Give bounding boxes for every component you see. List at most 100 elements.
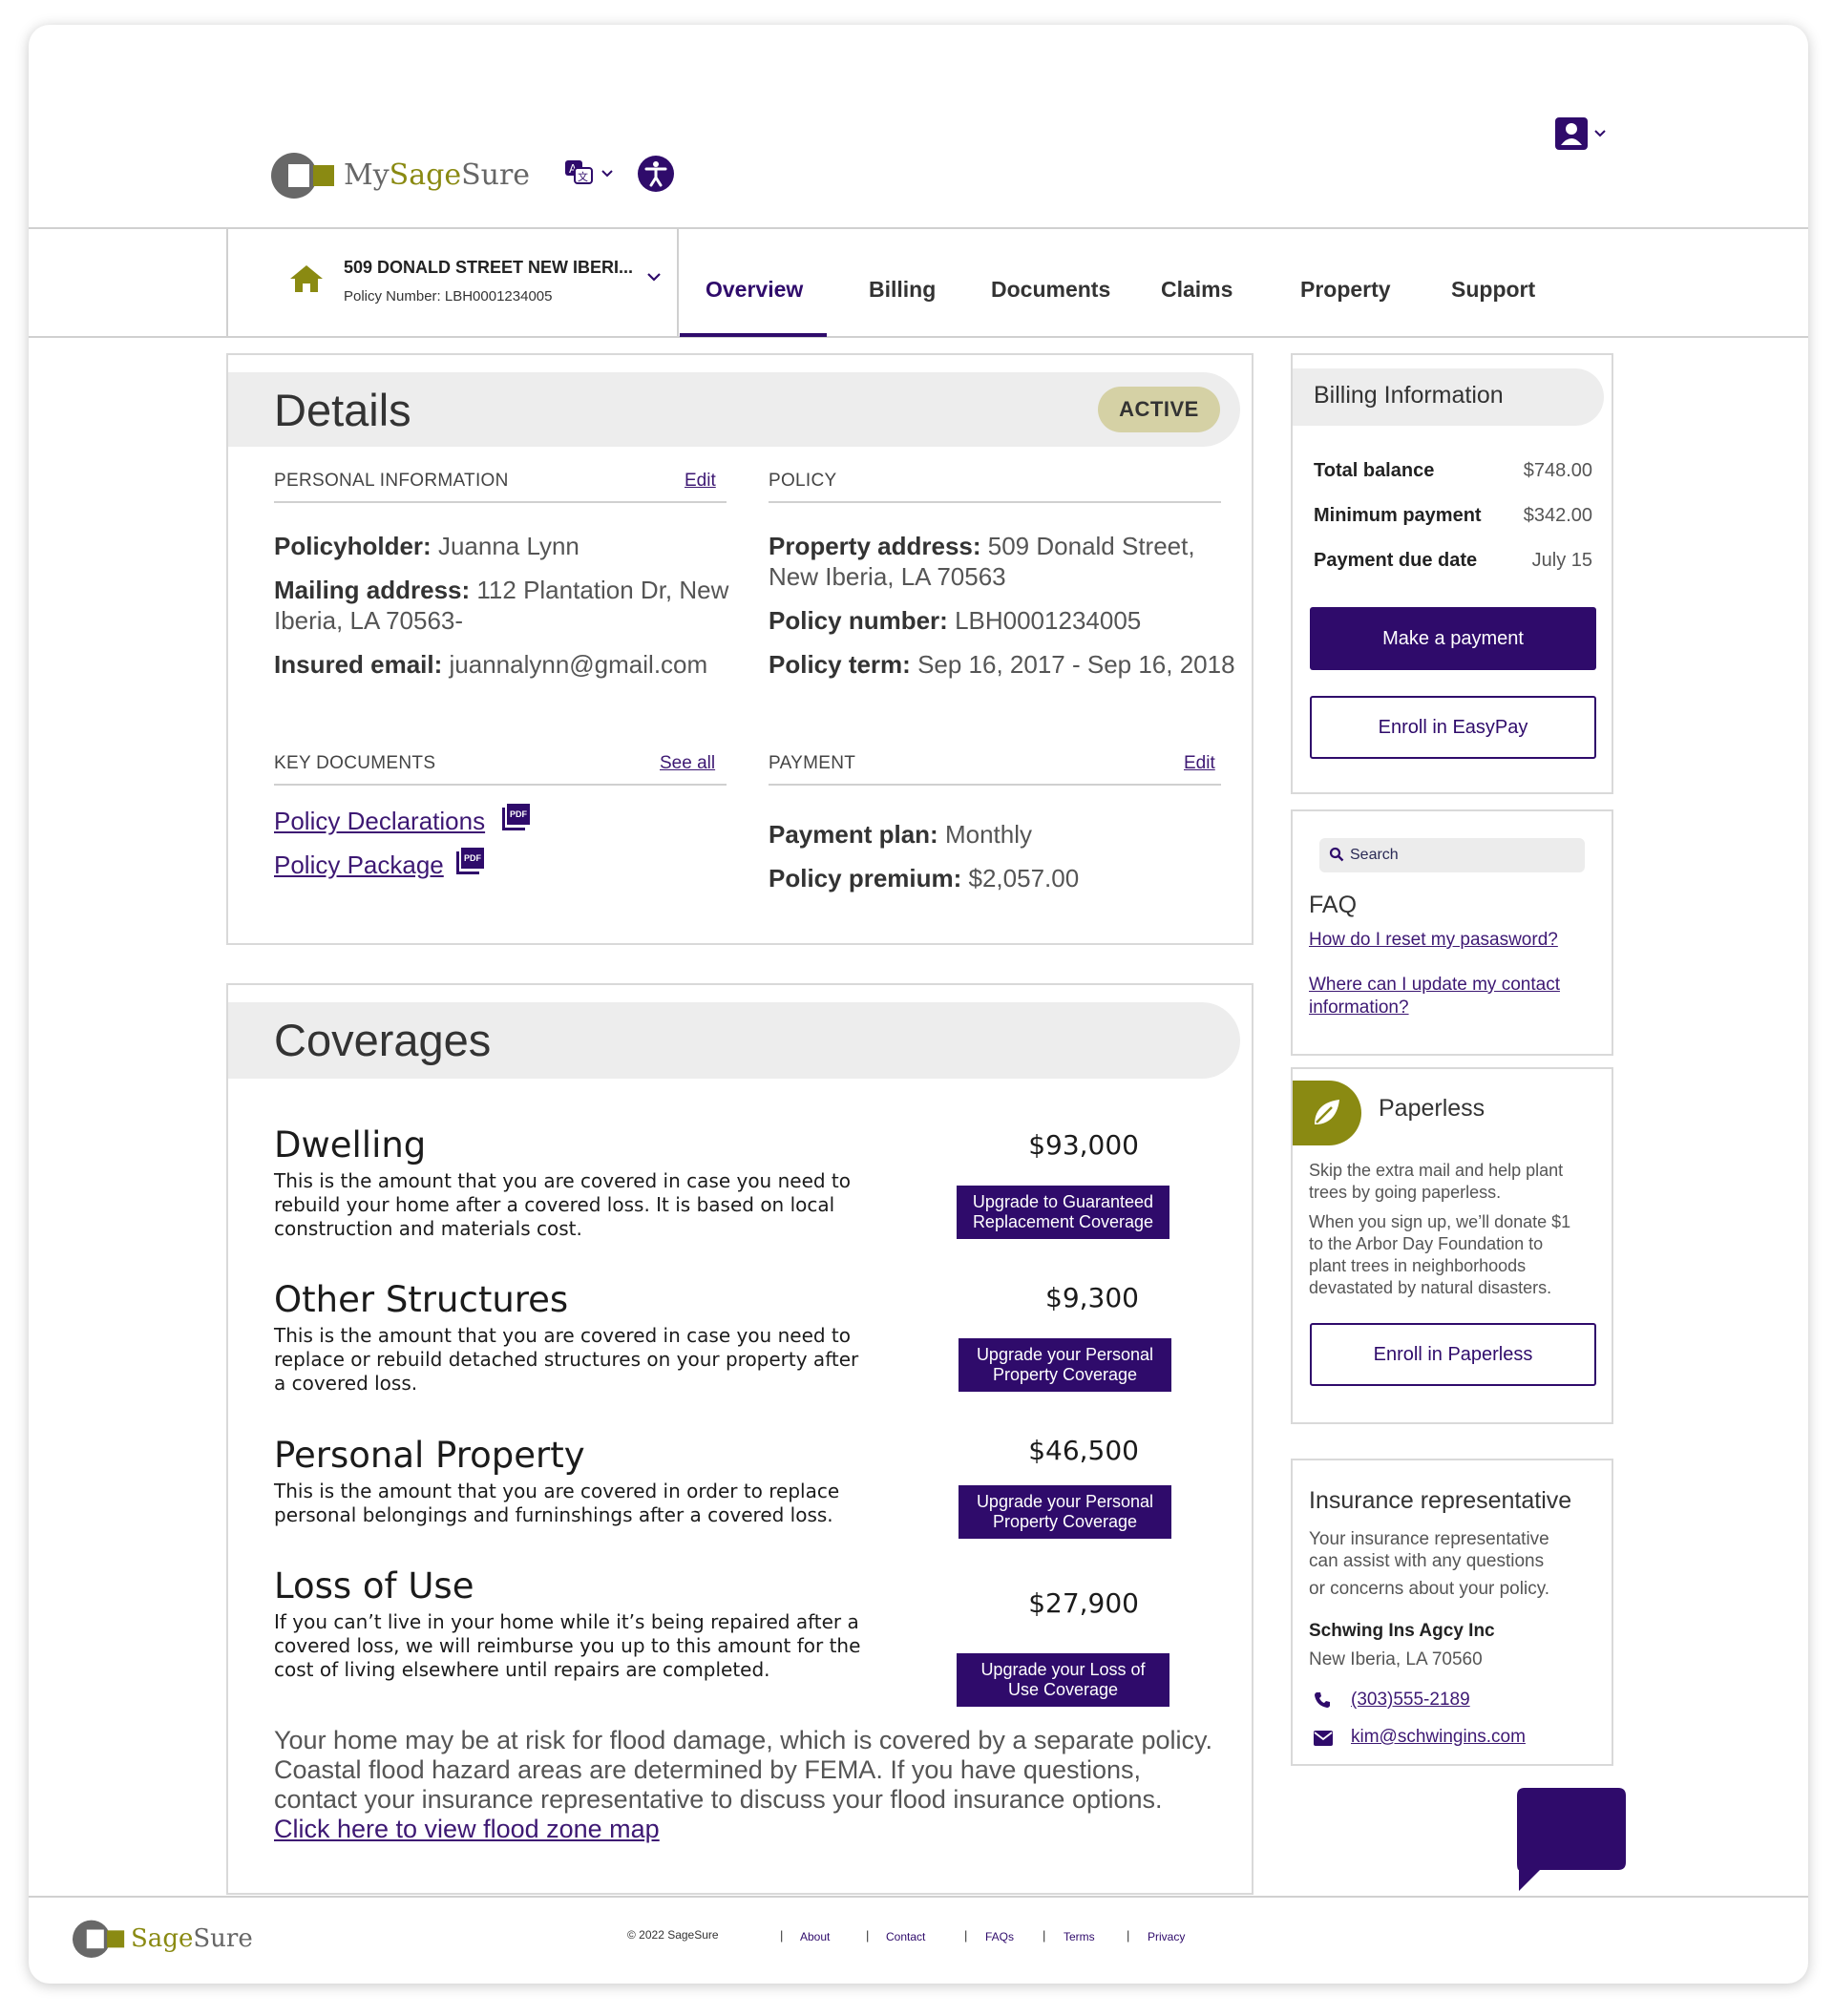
property-address-line1: 509 Donald Street, — [987, 532, 1195, 560]
make-payment-button[interactable]: Make a payment — [1310, 607, 1596, 670]
personal-divider — [274, 501, 727, 503]
faq-question-link[interactable]: Where can I update my contact informatio… — [1309, 974, 1560, 1019]
billing-row: Minimum payment $342.00 — [1314, 505, 1592, 527]
paperless-text-line: plant trees in neighborhoods — [1309, 1256, 1527, 1275]
footer-separator: | — [1127, 1928, 1130, 1942]
policy-term-field: Policy term: Sep 16, 2017 - Sep 16, 2018 — [769, 649, 1246, 680]
coverage-amount: $93,000 — [1028, 1129, 1139, 1161]
language-selector[interactable]: A 文 — [563, 158, 613, 191]
button-label-line: Upgrade your Personal — [976, 1345, 1154, 1364]
upgrade-coverage-button[interactable]: Upgrade your Loss of Use Coverage — [957, 1653, 1169, 1707]
personal-edit-link[interactable]: Edit — [685, 471, 716, 492]
policy-number-label: Policy number: — [769, 606, 948, 635]
footer-link-about[interactable]: About — [800, 1930, 830, 1943]
nav-bottom-divider — [29, 336, 1808, 338]
nav-left-divider — [226, 227, 228, 338]
flood-text-line: Coastal flood hazard areas are determine… — [274, 1755, 1141, 1784]
flood-zone-map-link[interactable]: Click here to view flood zone map — [274, 1815, 660, 1843]
rep-desc-line: or concerns about your policy. — [1309, 1579, 1550, 1599]
paperless-text-line: devastated by natural disasters. — [1309, 1278, 1552, 1297]
coverage-desc-line: personal belongings and furninshings aft… — [274, 1503, 833, 1526]
rep-phone-link[interactable]: (303)555-2189 — [1351, 1690, 1470, 1711]
header-logo[interactable]: MySageSure — [271, 153, 530, 202]
upgrade-coverage-button[interactable]: Upgrade to Guaranteed Replacement Coverag… — [957, 1186, 1169, 1239]
payment-edit-link[interactable]: Edit — [1184, 753, 1215, 774]
see-all-documents-link[interactable]: See all — [660, 753, 715, 774]
coverage-desc-line: replace or rebuild detached structures o… — [274, 1348, 859, 1371]
email-label: Insured email: — [274, 650, 443, 679]
email-value: juannalynn@gmail.com — [449, 650, 708, 679]
coverage-description: This is the amount that you are covered … — [274, 1169, 885, 1241]
search-icon — [1329, 847, 1344, 862]
payment-plan-label: Payment plan: — [769, 820, 938, 849]
phone-icon — [1315, 1692, 1330, 1708]
details-title: Details — [274, 385, 411, 435]
coverage-desc-line: a covered loss. — [274, 1372, 418, 1395]
enroll-easypay-button[interactable]: Enroll in EasyPay — [1310, 696, 1596, 759]
upgrade-coverage-button[interactable]: Upgrade your Personal Property Coverage — [959, 1485, 1171, 1539]
policy-declarations-link[interactable]: Policy Declarations — [274, 807, 485, 836]
footer-divider — [29, 1896, 1808, 1898]
accessibility-button[interactable] — [637, 155, 675, 193]
policy-heading: POLICY — [769, 471, 837, 491]
tab-support[interactable]: Support — [1451, 277, 1535, 303]
rep-name: Schwing Ins Agcy Inc — [1309, 1621, 1495, 1641]
key-documents-divider — [274, 784, 727, 786]
button-label-line: Upgrade to Guaranteed — [972, 1192, 1154, 1211]
policy-package-link[interactable]: Policy Package — [274, 850, 444, 880]
faq-question-line: Where can I update my contact — [1309, 975, 1560, 995]
sagesure-logo-icon — [271, 153, 334, 199]
footer-link-terms[interactable]: Terms — [1064, 1930, 1095, 1943]
chat-button[interactable] — [1517, 1788, 1626, 1891]
paperless-badge — [1293, 1081, 1361, 1145]
coverage-title: Personal Property — [274, 1435, 585, 1476]
footer-logo[interactable]: SageSure — [73, 1919, 263, 1963]
pdf-icon[interactable]: PDF — [456, 848, 485, 874]
enroll-paperless-button[interactable]: Enroll in Paperless — [1310, 1323, 1596, 1386]
billing-value: $748.00 — [1523, 460, 1592, 481]
footer-logo-sage: Sage — [131, 1924, 194, 1953]
policy-divider — [769, 501, 1221, 503]
policy-term-value: Sep 16, 2017 - Sep 16, 2018 — [917, 650, 1235, 679]
rep-title: Insurance representative — [1309, 1487, 1572, 1514]
chevron-down-icon — [601, 170, 613, 178]
coverage-desc-line: rebuild your home after a covered loss. … — [274, 1193, 835, 1216]
tab-property[interactable]: Property — [1300, 277, 1391, 303]
button-label-line: Replacement Coverage — [972, 1212, 1154, 1231]
button-label-line: Property Coverage — [992, 1512, 1138, 1531]
footer-link-contact[interactable]: Contact — [886, 1930, 925, 1943]
tab-claims[interactable]: Claims — [1161, 277, 1233, 303]
coverages-title: Coverages — [274, 1015, 492, 1065]
coverage-desc-line: This is the amount that you are covered … — [274, 1169, 852, 1192]
sagesure-logo-icon — [73, 1920, 125, 1959]
billing-label: Payment due date — [1314, 550, 1478, 571]
coverage-desc-line: construction and materials cost. — [274, 1217, 582, 1240]
search-placeholder: Search — [1350, 847, 1399, 863]
footer-link-faqs[interactable]: FAQs — [985, 1930, 1014, 1943]
rep-location: New Iberia, LA 70560 — [1309, 1649, 1483, 1670]
payment-heading: PAYMENT — [769, 753, 856, 773]
button-label-line: Property Coverage — [992, 1365, 1138, 1384]
home-icon — [290, 265, 323, 292]
tab-documents[interactable]: Documents — [991, 277, 1110, 303]
policy-selector[interactable]: 509 DONALD STREET NEW IBERI... Policy Nu… — [229, 229, 676, 336]
account-menu[interactable] — [1554, 116, 1610, 153]
nav-right-divider — [677, 227, 679, 338]
tab-overview[interactable]: Overview — [706, 277, 803, 303]
coverage-title: Dwelling — [274, 1124, 427, 1166]
faq-question-link[interactable]: How do I reset my pasasword? — [1309, 930, 1558, 951]
rep-email-link[interactable]: kim@schwingins.com — [1351, 1727, 1526, 1748]
rep-description: Your insurance representative can assist… — [1309, 1528, 1595, 1600]
footer-separator: | — [780, 1928, 784, 1942]
faq-search-input[interactable]: Search — [1319, 838, 1585, 872]
coverage-desc-line: cost of living elsewhere until repairs a… — [274, 1658, 770, 1681]
paperless-text-line: to the Arbor Day Foundation to — [1309, 1234, 1544, 1253]
pdf-icon[interactable]: PDF — [502, 804, 531, 830]
logo-text-sure: Sure — [461, 158, 531, 192]
tab-billing[interactable]: Billing — [869, 277, 936, 303]
payment-plan-field: Payment plan: Monthly — [769, 819, 1227, 850]
upgrade-coverage-button[interactable]: Upgrade your Personal Property Coverage — [959, 1338, 1171, 1392]
paperless-description: Skip the extra mail and help plant trees… — [1309, 1160, 1605, 1299]
footer-copyright: © 2022 SageSure — [627, 1928, 719, 1942]
footer-link-privacy[interactable]: Privacy — [1148, 1930, 1185, 1943]
